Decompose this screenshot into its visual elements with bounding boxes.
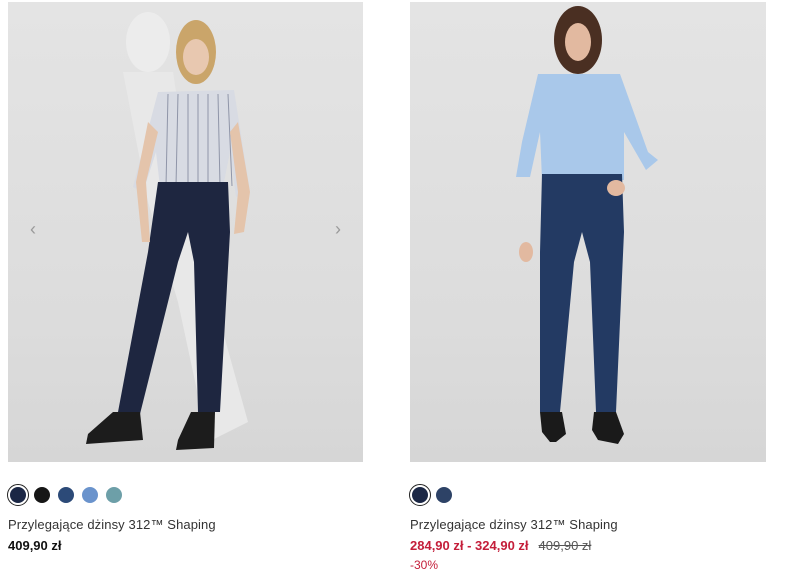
product-card[interactable]: ‹ › Przylegające dżinsy 312™ Shaping 409… [7, 0, 363, 553]
price-row: 409,90 zł [8, 538, 363, 553]
product-name[interactable]: Przylegające dżinsy 312™ Shaping [8, 517, 363, 532]
product-card[interactable]: Przylegające dżinsy 312™ Shaping 284,90 … [409, 0, 766, 572]
color-swatch[interactable] [7, 484, 29, 506]
product-image[interactable] [410, 2, 766, 462]
price-row: 284,90 zł - 324,90 zł 409,90 zł [410, 538, 766, 553]
color-swatches [409, 484, 766, 506]
color-swatch[interactable] [58, 487, 74, 503]
color-swatch[interactable] [106, 487, 122, 503]
model-photo [516, 6, 658, 444]
product-name[interactable]: Przylegające dżinsy 312™ Shaping [410, 517, 766, 532]
discount-badge: -30% [410, 558, 439, 572]
product-price: 409,90 zł [8, 538, 62, 553]
color-swatch[interactable] [82, 487, 98, 503]
color-swatches [7, 484, 363, 506]
product-image[interactable]: ‹ › [8, 2, 363, 462]
color-swatch[interactable] [34, 487, 50, 503]
color-swatch[interactable] [409, 484, 431, 506]
carousel-next-icon[interactable]: › [329, 218, 347, 240]
product-old-price: 409,90 zł [538, 538, 592, 553]
product-sale-price: 284,90 zł - 324,90 zł [410, 538, 529, 553]
color-swatch[interactable] [436, 487, 452, 503]
model-photo [86, 12, 250, 450]
carousel-prev-icon[interactable]: ‹ [24, 218, 42, 240]
